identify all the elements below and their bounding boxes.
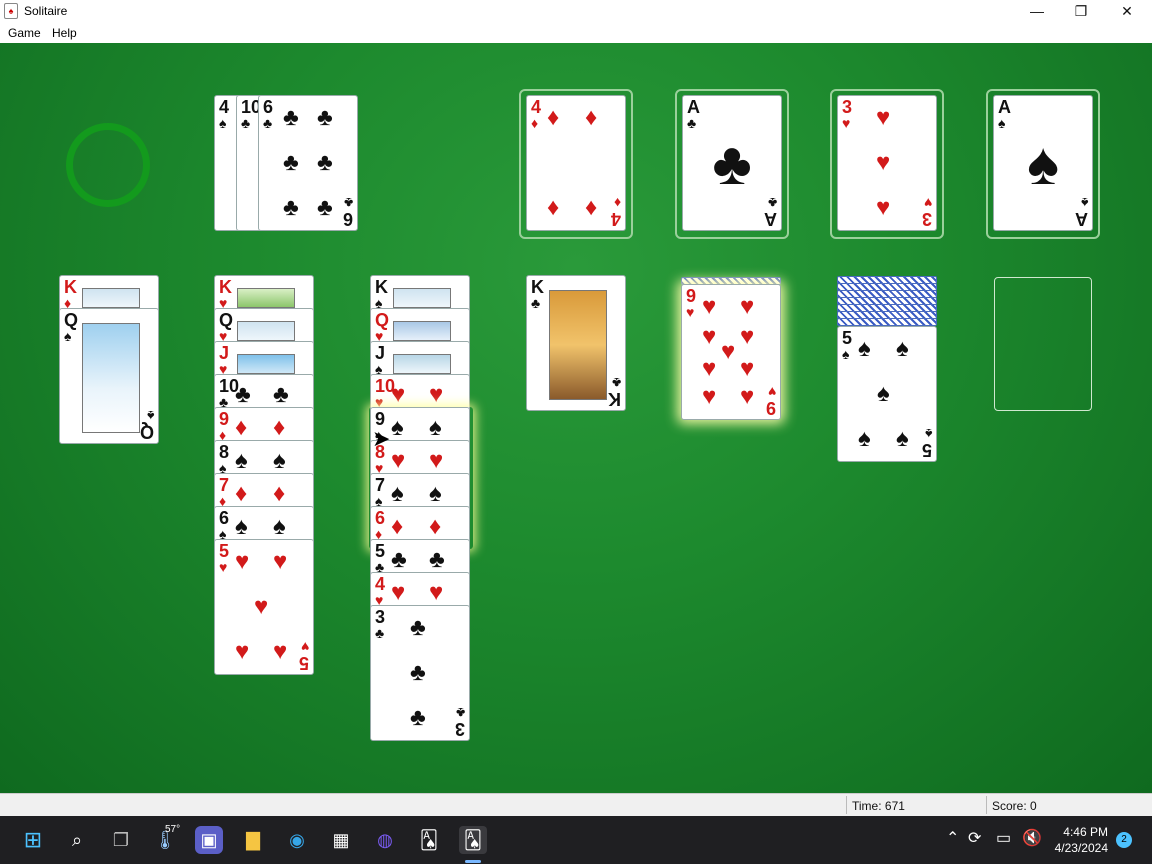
teams-chat-icon[interactable]: ▣ bbox=[195, 826, 223, 854]
menu-bar: Game Help bbox=[0, 22, 1152, 43]
sync-icon[interactable]: ⟳ bbox=[968, 828, 981, 848]
restore-button[interactable]: ❐ bbox=[1058, 0, 1104, 22]
weather-temp: 57° bbox=[165, 824, 181, 835]
file-explorer-icon[interactable]: ▇ bbox=[239, 826, 267, 854]
game-table: 4 ♠ 10 ♣ 6 ♣ ♣ ♣ ♣ ♣ ♣ ♣ 6 ♣ 4 ♦ ♦ ♦ ♦ ♦… bbox=[0, 43, 1152, 793]
foundation-card-2[interactable]: A ♣ ♣ A ♣ bbox=[682, 95, 782, 231]
search-icon[interactable]: ⌕ bbox=[63, 826, 91, 854]
active-app-indicator bbox=[465, 860, 481, 863]
minimize-button[interactable]: — bbox=[1014, 0, 1060, 22]
window-title: Solitaire bbox=[24, 4, 68, 18]
taskbar: ⊞ ⌕ ❐ 🌡 57° ▣ ▇ ◉ ▦ ◍ 🂡 🂡 ⌃ ⟳ ▭ 🔇 4:46 P… bbox=[0, 816, 1152, 864]
empty-tableau-slot[interactable] bbox=[994, 277, 1092, 411]
clock-time: 4:46 PM bbox=[1063, 825, 1108, 839]
time-display: Time: 671 bbox=[852, 799, 905, 813]
solitaire-app-icon: ♠ bbox=[4, 3, 18, 19]
score-display: Score: 0 bbox=[992, 799, 1037, 813]
notification-badge[interactable]: 2 bbox=[1116, 832, 1132, 848]
foundation-card-1[interactable]: 4 ♦ ♦ ♦ ♦ ♦ 4 ♦ bbox=[526, 95, 626, 231]
firefox-icon[interactable]: ◍ bbox=[371, 826, 399, 854]
face-card-art bbox=[237, 321, 295, 341]
mouse-cursor-icon: ➤ bbox=[372, 426, 391, 451]
tableau-card[interactable]: 3 ♣ ♣ ♣ ♣ 3 ♣ bbox=[370, 605, 470, 741]
edge-browser-icon[interactable]: ◉ bbox=[283, 826, 311, 854]
tableau-card[interactable]: Q ♠ Q ♠ bbox=[59, 308, 159, 444]
microsoft-store-icon[interactable]: ▦ bbox=[327, 826, 355, 854]
start-windows-icon[interactable]: ⊞ bbox=[19, 826, 47, 854]
face-card-art bbox=[237, 288, 295, 308]
tray-overflow-icon[interactable]: ⌃ bbox=[946, 828, 959, 848]
status-divider bbox=[986, 796, 987, 814]
status-divider bbox=[846, 796, 847, 814]
taskbar-clock[interactable]: 4:46 PM 4/23/2024 bbox=[1055, 824, 1108, 856]
solitaire-taskbar-icon[interactable]: 🂡 bbox=[415, 826, 443, 854]
foundation-card-3[interactable]: 3 ♥ ♥ ♥ ♥ 3 ♥ bbox=[837, 95, 937, 231]
face-card-art bbox=[393, 354, 451, 374]
stock-recycle-icon[interactable] bbox=[66, 123, 150, 207]
status-bar: Time: 671 Score: 0 bbox=[0, 793, 1152, 816]
waste-top-card[interactable]: 6 ♣ ♣ ♣ ♣ ♣ ♣ ♣ 6 ♣ bbox=[258, 95, 358, 231]
face-card-art bbox=[237, 354, 295, 374]
network-icon[interactable]: ▭ bbox=[996, 828, 1011, 848]
tableau-card[interactable]: 5 ♠ ♠ ♠ ♠ ♠ ♠ 5 ♠ bbox=[837, 326, 937, 462]
solitaire-active-taskbar-icon[interactable]: 🂡 bbox=[459, 826, 487, 854]
tableau-card[interactable]: K ♣ K ♣ bbox=[526, 275, 626, 411]
task-view-icon[interactable]: ❐ bbox=[107, 826, 135, 854]
face-card-art bbox=[393, 288, 451, 308]
face-card-art bbox=[82, 323, 140, 433]
volume-muted-icon[interactable]: 🔇 bbox=[1022, 828, 1042, 848]
tableau-card-hint[interactable]: 9 ♥ ♥ ♥ ♥ ♥ ♥ ♥ ♥ ♥ ♥ 9 ♥ bbox=[681, 284, 781, 420]
menu-help[interactable]: Help bbox=[52, 26, 77, 40]
face-card-art bbox=[82, 288, 140, 308]
menu-game[interactable]: Game bbox=[8, 26, 41, 40]
tableau-card[interactable]: 5 ♥ ♥ ♥ ♥ ♥ ♥ 5 ♥ bbox=[214, 539, 314, 675]
face-card-art bbox=[393, 321, 451, 341]
close-button[interactable]: ✕ bbox=[1104, 0, 1150, 22]
facedown-card bbox=[837, 318, 937, 326]
title-bar: ♠ Solitaire — ❐ ✕ bbox=[0, 0, 1152, 22]
foundation-card-4[interactable]: A ♠ ♠ A ♠ bbox=[993, 95, 1093, 231]
face-card-art bbox=[549, 290, 607, 400]
clock-date: 4/23/2024 bbox=[1054, 841, 1108, 855]
